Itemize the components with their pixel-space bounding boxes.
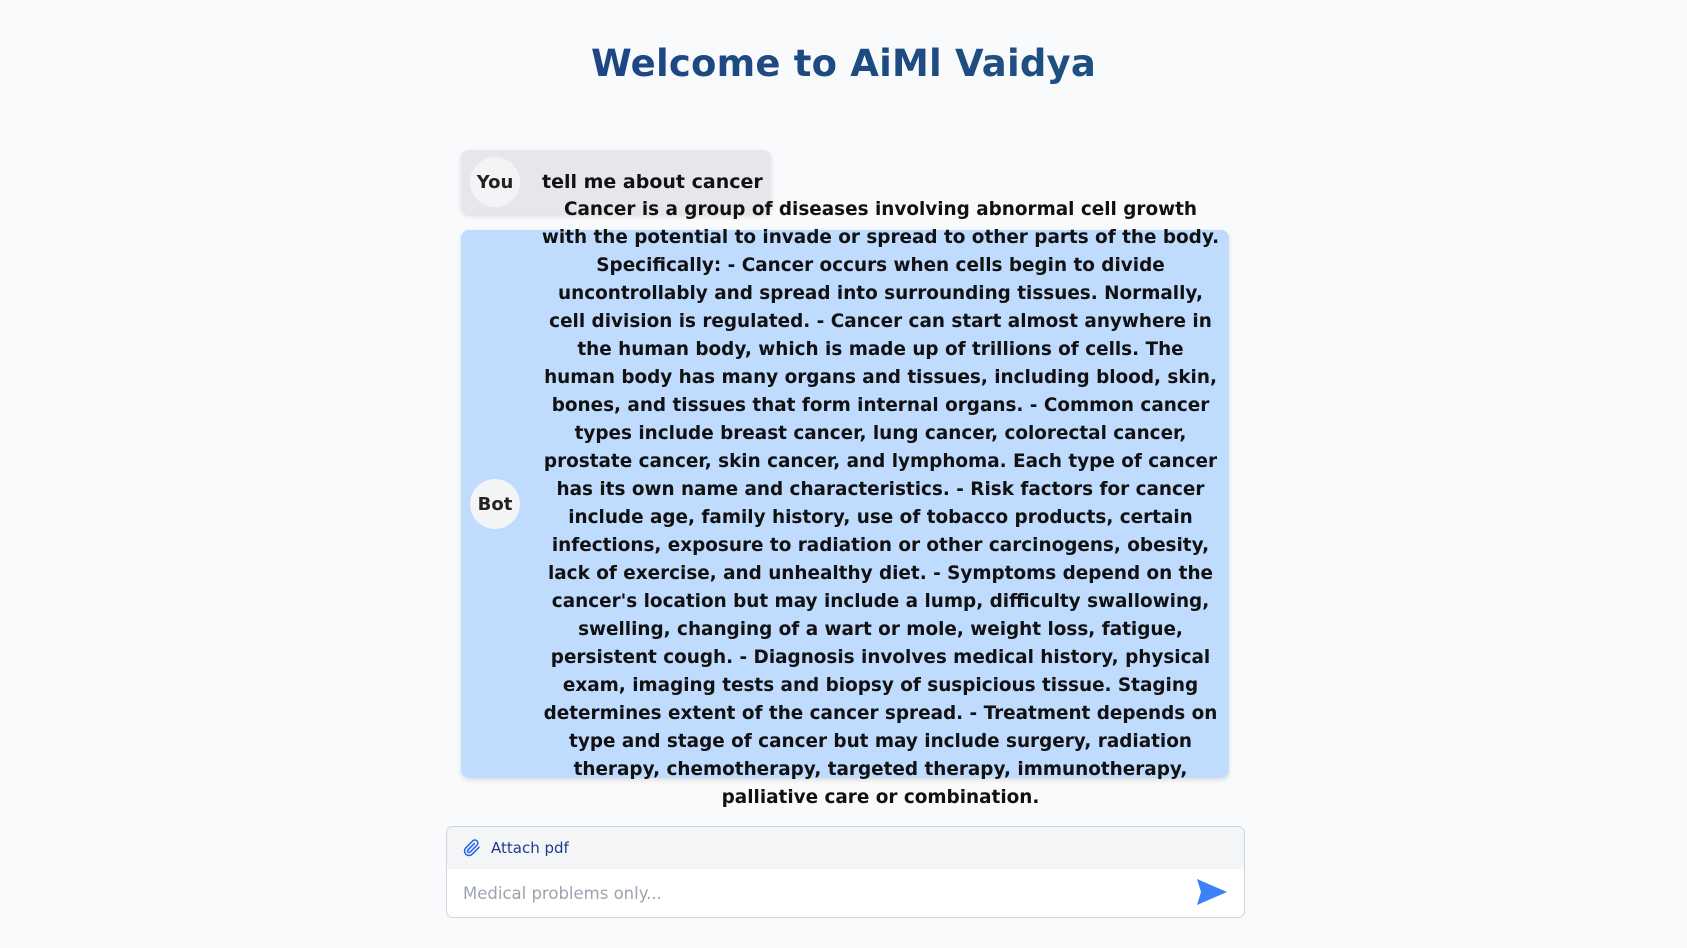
paperclip-icon[interactable]	[463, 839, 481, 857]
message-composer: Attach pdf	[446, 826, 1245, 918]
user-avatar: You	[470, 157, 520, 207]
chat-page: Welcome to AiMl Vaidya You tell me about…	[0, 0, 1687, 948]
chat-history: You tell me about cancer Bot Cancer is a…	[461, 150, 1229, 808]
user-message-text: tell me about cancer	[542, 171, 763, 193]
message-input[interactable]	[463, 883, 1192, 903]
bot-message-text: Cancer is a group of diseases involving …	[541, 199, 1220, 808]
send-arrow-icon	[1196, 878, 1228, 909]
bot-message: Bot Cancer is a group of diseases involv…	[461, 199, 1229, 808]
attach-bar: Attach pdf	[447, 827, 1244, 869]
page-title: Welcome to AiMl Vaidya	[0, 42, 1687, 85]
send-button[interactable]	[1192, 875, 1232, 911]
attach-pdf-button[interactable]: Attach pdf	[491, 839, 569, 857]
input-row	[447, 869, 1244, 917]
bot-avatar: Bot	[470, 479, 520, 529]
